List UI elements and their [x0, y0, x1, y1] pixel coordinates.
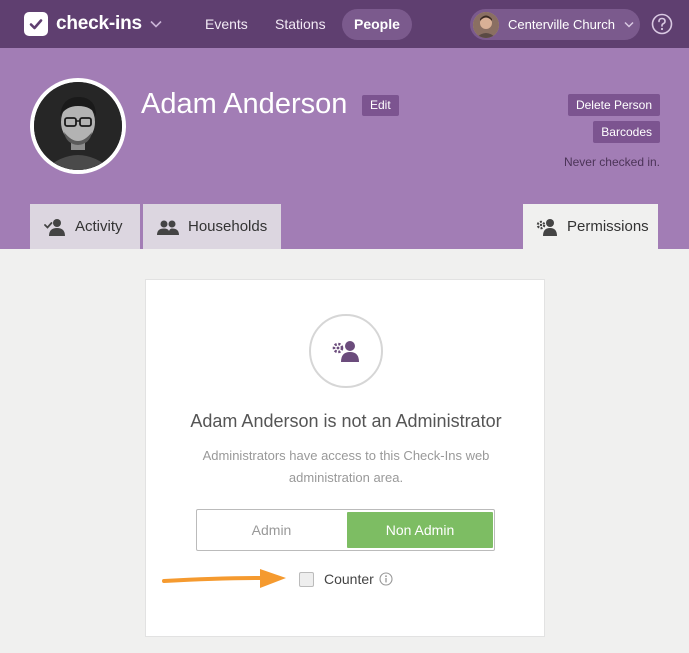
counter-label: Counter [324, 571, 374, 587]
admin-status-title: Adam Anderson is not an Administrator [190, 411, 502, 431]
nav-events[interactable]: Events [193, 9, 260, 40]
app-switcher[interactable]: check-ins [24, 12, 162, 36]
tab-label: Activity [75, 218, 123, 235]
organization-name: Centerville Church [508, 17, 615, 32]
admin-description: Administrators have access to this Check… [202, 448, 490, 485]
checkin-status: Never checked in. [563, 155, 660, 169]
app-name: check-ins [56, 13, 142, 34]
tab-label: Permissions [567, 218, 649, 235]
person-name: Adam Anderson [141, 88, 348, 120]
edit-button[interactable]: Edit [362, 95, 399, 116]
barcodes-button[interactable]: Barcodes [593, 121, 660, 143]
tab-label: Households [188, 218, 268, 235]
annotation-arrow-icon [160, 566, 290, 597]
delete-person-button[interactable]: Delete Person [567, 94, 660, 116]
counter-option: Counter [299, 571, 393, 587]
non-admin-option[interactable]: Non Admin [347, 512, 493, 548]
person-gear-icon [331, 339, 361, 363]
household-icon [157, 219, 179, 235]
counter-checkbox[interactable] [299, 571, 314, 587]
top-navigation: check-ins Events Stations People Centerv… [0, 0, 689, 48]
checkmark-logo-icon [24, 12, 48, 36]
chevron-down-icon [150, 20, 162, 28]
person-check-icon [44, 218, 66, 236]
admin-option[interactable]: Admin [197, 510, 346, 550]
permissions-badge [309, 314, 383, 388]
nav-stations[interactable]: Stations [263, 9, 338, 40]
nav-people[interactable]: People [342, 9, 412, 40]
user-avatar [473, 11, 499, 38]
admin-toggle: Admin Non Admin [196, 509, 495, 551]
organization-switcher[interactable]: Centerville Church [470, 9, 640, 40]
tab-households[interactable]: Households [143, 204, 281, 249]
profile-photo [30, 78, 126, 174]
tab-permissions[interactable]: Permissions [523, 204, 658, 249]
help-icon[interactable] [651, 13, 673, 35]
person-header: Adam Anderson Edit Delete Person Barcode… [0, 48, 689, 249]
tab-activity[interactable]: Activity [30, 204, 140, 249]
info-icon[interactable] [379, 572, 393, 586]
person-gear-icon [536, 218, 558, 236]
chevron-down-icon [624, 21, 634, 28]
avatar [34, 82, 122, 170]
